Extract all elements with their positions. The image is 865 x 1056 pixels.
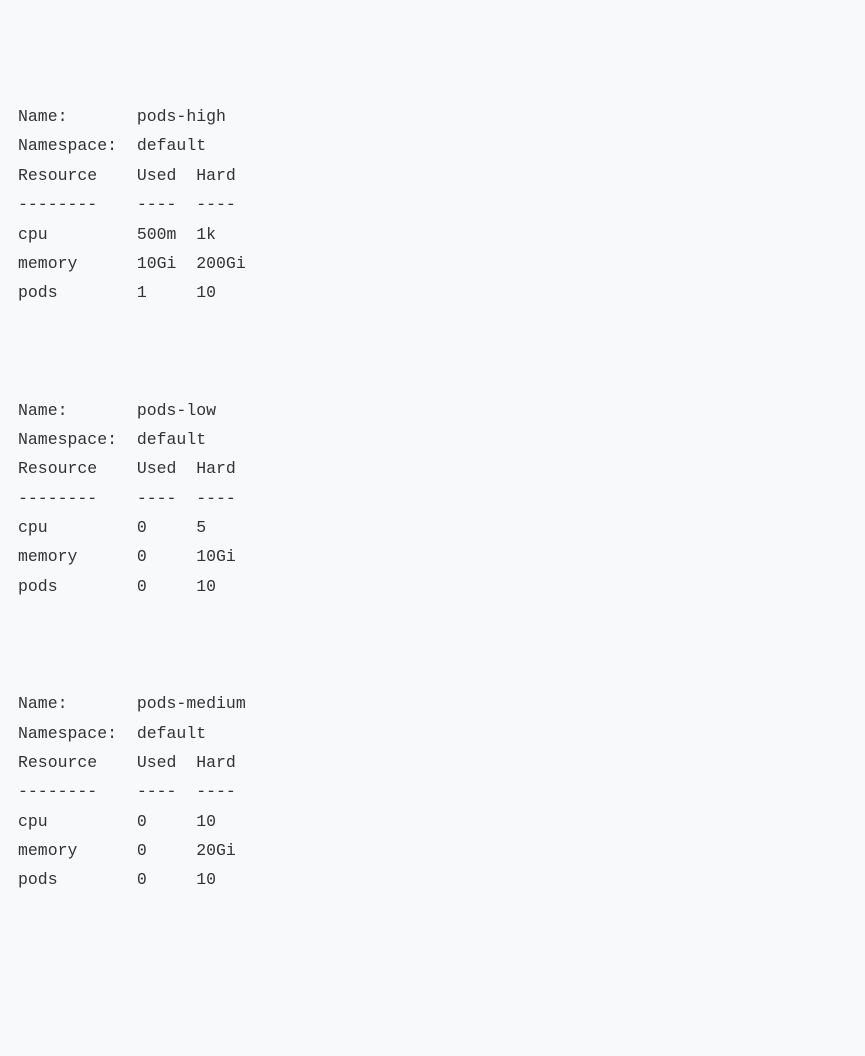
output-line: ResourceUsedHard bbox=[18, 454, 847, 483]
divider: ---- bbox=[196, 484, 236, 513]
label-namespace: Namespace: bbox=[18, 425, 137, 454]
cell-resource: memory bbox=[18, 836, 137, 865]
resource-quota-block: Name:pods-highNamespace:defaultResourceU… bbox=[18, 102, 847, 308]
label-namespace: Namespace: bbox=[18, 131, 137, 160]
label-name: Name: bbox=[18, 689, 137, 718]
output-line: Name:pods-low bbox=[18, 396, 847, 425]
cell-used: 10Gi bbox=[137, 249, 196, 278]
cell-hard: 10Gi bbox=[196, 542, 236, 571]
output-line: ResourceUsedHard bbox=[18, 748, 847, 777]
cell-used: 0 bbox=[137, 865, 196, 894]
output-line: pods110 bbox=[18, 278, 847, 307]
header-used: Used bbox=[137, 454, 196, 483]
output-line: memory020Gi bbox=[18, 836, 847, 865]
cell-hard: 20Gi bbox=[196, 836, 236, 865]
cell-hard: 1k bbox=[196, 220, 216, 249]
header-resource: Resource bbox=[18, 161, 137, 190]
cell-resource: pods bbox=[18, 865, 137, 894]
output-line: ---------------- bbox=[18, 484, 847, 513]
output-line: memory010Gi bbox=[18, 542, 847, 571]
output-line: Name:pods-medium bbox=[18, 689, 847, 718]
cell-resource: memory bbox=[18, 249, 137, 278]
value-namespace: default bbox=[137, 719, 196, 748]
output-line: Namespace:default bbox=[18, 131, 847, 160]
value-name: pods-high bbox=[137, 102, 196, 131]
value-name: pods-low bbox=[137, 396, 196, 425]
cell-hard: 10 bbox=[196, 865, 216, 894]
cell-used: 0 bbox=[137, 513, 196, 542]
label-name: Name: bbox=[18, 102, 137, 131]
divider: ---- bbox=[196, 777, 236, 806]
divider: ---- bbox=[137, 777, 196, 806]
cell-used: 500m bbox=[137, 220, 196, 249]
output-line: Namespace:default bbox=[18, 425, 847, 454]
cell-hard: 10 bbox=[196, 807, 216, 836]
cell-used: 0 bbox=[137, 572, 196, 601]
output-line: Namespace:default bbox=[18, 719, 847, 748]
header-resource: Resource bbox=[18, 454, 137, 483]
value-namespace: default bbox=[137, 425, 196, 454]
output-line: ResourceUsedHard bbox=[18, 161, 847, 190]
output-line: ---------------- bbox=[18, 777, 847, 806]
cell-hard: 10 bbox=[196, 278, 216, 307]
divider: ---- bbox=[137, 484, 196, 513]
cell-hard: 5 bbox=[196, 513, 206, 542]
output-line: cpu010 bbox=[18, 807, 847, 836]
output-line: cpu05 bbox=[18, 513, 847, 542]
cell-hard: 10 bbox=[196, 572, 216, 601]
header-resource: Resource bbox=[18, 748, 137, 777]
cell-used: 0 bbox=[137, 836, 196, 865]
header-hard: Hard bbox=[196, 454, 236, 483]
label-namespace: Namespace: bbox=[18, 719, 137, 748]
cell-resource: cpu bbox=[18, 220, 137, 249]
header-used: Used bbox=[137, 161, 196, 190]
cell-resource: memory bbox=[18, 542, 137, 571]
output-line: cpu500m1k bbox=[18, 220, 847, 249]
cell-hard: 200Gi bbox=[196, 249, 246, 278]
value-namespace: default bbox=[137, 131, 196, 160]
resource-quota-block: Name:pods-mediumNamespace:defaultResourc… bbox=[18, 689, 847, 895]
output-line: Name:pods-high bbox=[18, 102, 847, 131]
cell-used: 0 bbox=[137, 807, 196, 836]
cell-resource: cpu bbox=[18, 807, 137, 836]
cell-used: 0 bbox=[137, 542, 196, 571]
divider: -------- bbox=[18, 484, 137, 513]
cell-used: 1 bbox=[137, 278, 196, 307]
divider: -------- bbox=[18, 190, 137, 219]
header-used: Used bbox=[137, 748, 196, 777]
label-name: Name: bbox=[18, 396, 137, 425]
cell-resource: cpu bbox=[18, 513, 137, 542]
output-line: pods010 bbox=[18, 572, 847, 601]
output-line: pods010 bbox=[18, 865, 847, 894]
resource-quota-block: Name:pods-lowNamespace:defaultResourceUs… bbox=[18, 396, 847, 602]
output-line: memory10Gi200Gi bbox=[18, 249, 847, 278]
cell-resource: pods bbox=[18, 278, 137, 307]
header-hard: Hard bbox=[196, 161, 236, 190]
header-hard: Hard bbox=[196, 748, 236, 777]
output-line: ---------------- bbox=[18, 190, 847, 219]
divider: ---- bbox=[196, 190, 236, 219]
divider: -------- bbox=[18, 777, 137, 806]
cell-resource: pods bbox=[18, 572, 137, 601]
value-name: pods-medium bbox=[137, 689, 196, 718]
divider: ---- bbox=[137, 190, 196, 219]
terminal-output: Name:pods-highNamespace:defaultResourceU… bbox=[18, 102, 847, 895]
